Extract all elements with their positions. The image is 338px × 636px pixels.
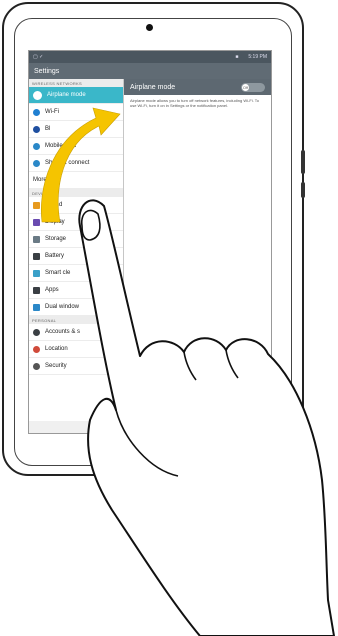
gesture-overlay [41,107,335,636]
pointing-hand-icon [78,199,335,636]
swipe-up-arrow [41,107,121,223]
